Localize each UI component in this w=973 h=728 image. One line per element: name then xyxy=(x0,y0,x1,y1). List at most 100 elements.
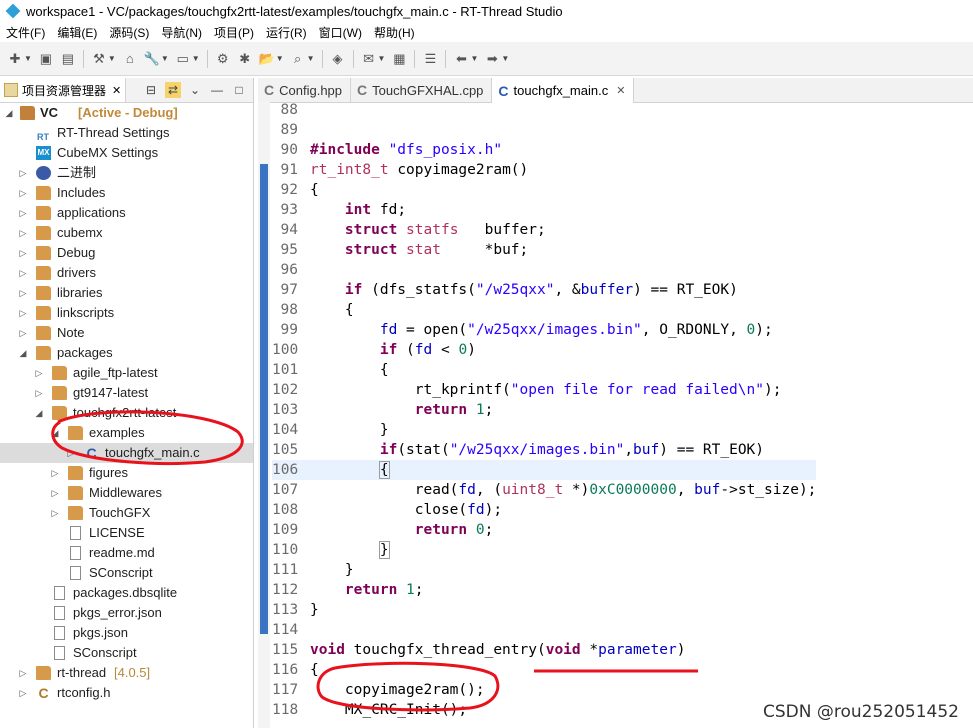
close-icon[interactable]: ✕ xyxy=(616,84,625,97)
collapsed-arrow-icon[interactable]: ▷ xyxy=(18,283,28,303)
collapsed-arrow-icon[interactable]: ▷ xyxy=(18,163,28,183)
chevron-down-icon[interactable]: ▼ xyxy=(108,54,116,63)
tree-item-applications[interactable]: ▷ applications xyxy=(0,203,253,223)
collapsed-arrow-icon[interactable]: ▷ xyxy=(18,243,28,263)
new-icon[interactable]: ✚ xyxy=(7,51,23,67)
tree-item-touchgfx[interactable]: ▷ TouchGFX xyxy=(0,503,253,523)
tree-item-figures[interactable]: ▷ figures xyxy=(0,463,253,483)
save-icon[interactable]: ▣ xyxy=(38,51,54,67)
scroll-marker[interactable] xyxy=(260,164,268,634)
menu-project[interactable]: 项目(P) xyxy=(208,24,260,41)
line-number: 118 xyxy=(272,702,299,718)
search-icon[interactable]: ⌕ xyxy=(290,51,306,67)
tree-item-touchgfx2rtt[interactable]: ◢ touchgfx2rtt-latest xyxy=(0,403,253,423)
menu-navigate[interactable]: 导航(N) xyxy=(155,24,208,41)
tree-item-note[interactable]: ▷ Note xyxy=(0,323,253,343)
tab-config-hpp[interactable]: C Config.hpp xyxy=(258,78,352,102)
tree-item-includes[interactable]: ▷ Includes xyxy=(0,183,253,203)
clean-icon[interactable]: ⌂ xyxy=(122,51,138,67)
chevron-down-icon[interactable]: ▼ xyxy=(276,54,284,63)
collapsed-arrow-icon[interactable]: ▷ xyxy=(34,363,44,383)
collapsed-arrow-icon[interactable]: ▷ xyxy=(18,323,28,343)
debug-bug-icon[interactable]: ✱ xyxy=(237,51,253,67)
tree-item-middlewares[interactable]: ▷ Middlewares xyxy=(0,483,253,503)
menu-window[interactable]: 窗口(W) xyxy=(313,24,368,41)
tree-item-sconscript[interactable]: SConscript xyxy=(0,643,253,663)
tree-item-packages-dbsqlite[interactable]: packages.dbsqlite xyxy=(0,583,253,603)
tree-item-cubemx-settings[interactable]: MX CubeMX Settings xyxy=(0,143,253,163)
tree-item-binaries[interactable]: ▷ 二进制 xyxy=(0,163,253,183)
build-icon[interactable]: ⚒ xyxy=(91,51,107,67)
tree-item-agile-ftp[interactable]: ▷ agile_ftp-latest xyxy=(0,363,253,383)
collapsed-arrow-icon[interactable]: ▷ xyxy=(50,503,60,523)
tree-item-readme[interactable]: readme.md xyxy=(0,543,253,563)
folder-open-icon[interactable]: 📂 xyxy=(259,51,275,67)
chevron-down-icon[interactable]: ▼ xyxy=(161,54,169,63)
tree-item-libraries[interactable]: ▷ libraries xyxy=(0,283,253,303)
tab-project-explorer[interactable]: 项目资源管理器 ✕ xyxy=(0,78,127,102)
sdk-manager-icon[interactable]: ◈ xyxy=(330,51,346,67)
save-all-icon[interactable]: ▤ xyxy=(60,51,76,67)
tree-item-pkgs-json[interactable]: pkgs.json xyxy=(0,623,253,643)
tree-item-cubemx[interactable]: ▷ cubemx xyxy=(0,223,253,243)
expanded-arrow-icon[interactable]: ◢ xyxy=(18,343,28,363)
tree-item-vc[interactable]: ◢ VC [Active - Debug] xyxy=(0,103,253,123)
collapse-all-icon[interactable]: ⊟ xyxy=(143,82,159,98)
tree-item-license[interactable]: LICENSE xyxy=(0,523,253,543)
maximize-icon[interactable]: □ xyxy=(231,82,247,98)
view-menu-icon[interactable]: ⌄ xyxy=(187,82,203,98)
minimize-icon[interactable]: — xyxy=(209,82,225,98)
toolbar-divider xyxy=(82,49,84,68)
collapsed-arrow-icon[interactable]: ▷ xyxy=(18,663,28,683)
monitor-icon[interactable]: ▭ xyxy=(175,51,191,67)
tree-item-packages[interactable]: ◢ packages xyxy=(0,343,253,363)
menu-help[interactable]: 帮助(H) xyxy=(368,24,421,41)
chevron-down-icon[interactable]: ▼ xyxy=(24,54,32,63)
tree-item-gt9147[interactable]: ▷ gt9147-latest xyxy=(0,383,253,403)
link-with-editor-icon[interactable]: ⇄ xyxy=(165,82,181,98)
menu-file[interactable]: 文件(F) xyxy=(0,24,51,41)
collapsed-arrow-icon[interactable]: ▷ xyxy=(50,463,60,483)
expanded-arrow-icon[interactable]: ◢ xyxy=(4,103,14,123)
tab-touchgfxhal-cpp[interactable]: C TouchGFXHAL.cpp xyxy=(351,78,493,102)
chevron-down-icon[interactable]: ▼ xyxy=(378,54,386,63)
chevron-down-icon[interactable]: ▼ xyxy=(307,54,315,63)
code-area[interactable]: 88 89 90 #include "dfs_posix.h" 91 rt_int8… xyxy=(272,100,817,720)
collapsed-arrow-icon[interactable]: ▷ xyxy=(18,303,28,323)
collapsed-arrow-icon[interactable]: ▷ xyxy=(18,183,28,203)
chevron-down-icon[interactable]: ▼ xyxy=(192,54,200,63)
outline-icon[interactable]: ☰ xyxy=(422,51,438,67)
collapsed-arrow-icon[interactable]: ▷ xyxy=(18,203,28,223)
tree-item-touchgfx-main[interactable]: ▷ Ctouchgfx_main.c xyxy=(0,443,253,463)
gear-icon[interactable]: ⚙ xyxy=(215,51,231,67)
tree-item-rt-thread[interactable]: ▷ rt-thread [4.0.5] xyxy=(0,663,253,683)
flash-icon[interactable]: ✉ xyxy=(361,51,377,67)
tree-item-linkscripts[interactable]: ▷ linkscripts xyxy=(0,303,253,323)
tree-item-examples[interactable]: ◢ examples xyxy=(0,423,253,443)
back-arrow-icon[interactable]: ⬅ xyxy=(453,51,469,67)
tree-item-rt-thread-settings[interactable]: RT-Thread Settings xyxy=(0,123,253,147)
chevron-down-icon[interactable]: ▼ xyxy=(501,54,509,63)
tree-item-label: Middlewares xyxy=(89,485,162,500)
tree-item-debug[interactable]: ▷ Debug xyxy=(0,243,253,263)
tree-item-drivers[interactable]: ▷ drivers xyxy=(0,263,253,283)
menu-source[interactable]: 源码(S) xyxy=(103,24,155,41)
chevron-down-icon[interactable]: ▼ xyxy=(470,54,478,63)
collapsed-arrow-icon[interactable]: ▷ xyxy=(34,383,44,403)
collapsed-arrow-icon[interactable]: ▷ xyxy=(18,223,28,243)
collapsed-arrow-icon[interactable]: ▷ xyxy=(18,683,28,703)
wrench-icon[interactable]: 🔧 xyxy=(144,51,160,67)
menu-run[interactable]: 运行(R) xyxy=(260,24,313,41)
expanded-arrow-icon[interactable]: ◢ xyxy=(34,403,44,423)
close-icon[interactable]: ✕ xyxy=(112,84,121,97)
expanded-arrow-icon[interactable]: ◢ xyxy=(50,423,60,443)
collapsed-arrow-icon[interactable]: ▷ xyxy=(18,263,28,283)
collapsed-arrow-icon[interactable]: ▷ xyxy=(50,483,60,503)
tree-item-rtconfig[interactable]: ▷ Crtconfig.h xyxy=(0,683,253,703)
menu-edit[interactable]: 编辑(E) xyxy=(51,24,103,41)
tree-item-pkgs-error[interactable]: pkgs_error.json xyxy=(0,603,253,623)
forward-arrow-icon[interactable]: ➡ xyxy=(484,51,500,67)
collapsed-arrow-icon[interactable]: ▷ xyxy=(66,443,76,463)
tree-item-sconscript-pkg[interactable]: SConscript xyxy=(0,563,253,583)
terminal-icon[interactable]: ▦ xyxy=(391,51,407,67)
